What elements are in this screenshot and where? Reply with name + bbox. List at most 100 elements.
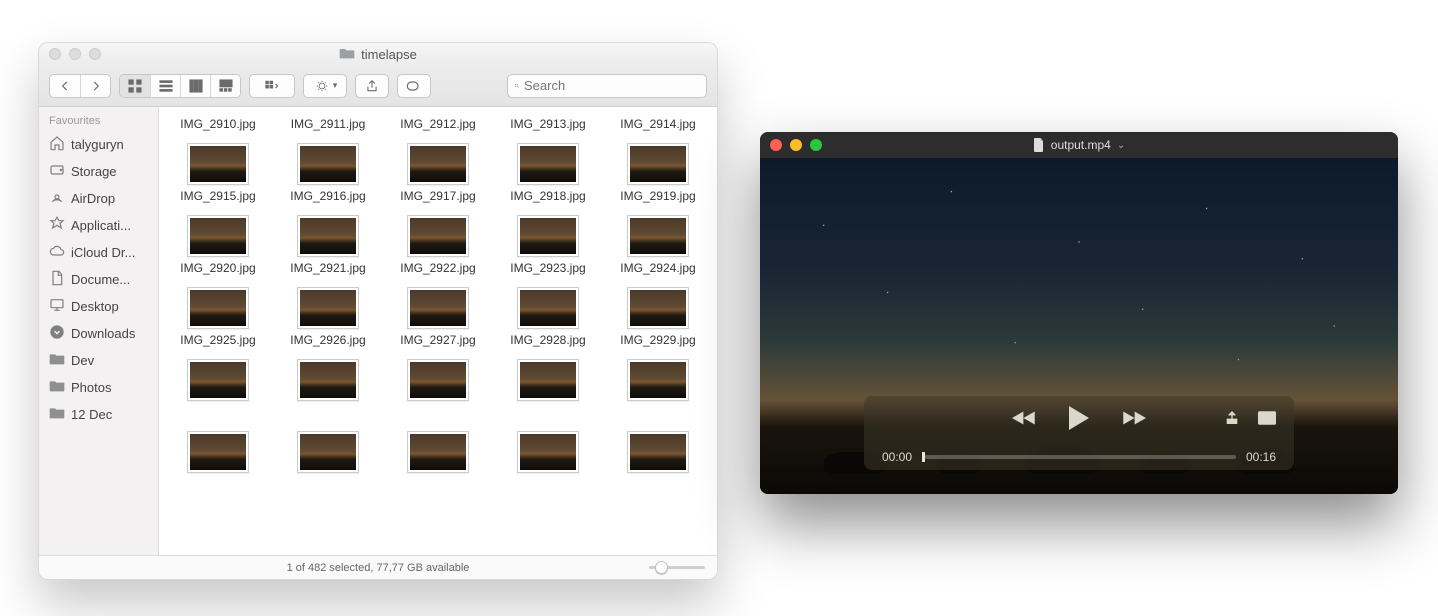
icon-view-button[interactable]	[120, 75, 150, 97]
file-thumbnail[interactable]	[497, 143, 599, 185]
sidebar-item-storage[interactable]: Storage	[39, 158, 158, 185]
file-name: IMG_2928.jpg	[510, 333, 585, 347]
file-label[interactable]: .	[167, 405, 269, 427]
file-thumbnail[interactable]	[607, 143, 709, 185]
arrange-button[interactable]	[250, 75, 294, 97]
sidebar-item-icloud-dr-[interactable]: iCloud Dr...	[39, 239, 158, 266]
sidebar-item-dev[interactable]: Dev	[39, 347, 158, 374]
file-thumbnail[interactable]	[387, 287, 489, 329]
rewind-button[interactable]	[1012, 408, 1038, 428]
sidebar-item-downloads[interactable]: Downloads	[39, 320, 158, 347]
file-label[interactable]: IMG_2917.jpg	[387, 189, 489, 211]
file-label[interactable]: IMG_2929.jpg	[607, 333, 709, 355]
sidebar-item-label: AirDrop	[71, 191, 115, 206]
file-label[interactable]: .	[607, 405, 709, 427]
search-field[interactable]	[507, 74, 707, 98]
close-button[interactable]	[49, 48, 61, 60]
arrange-button-group	[249, 74, 295, 98]
finder-titlebar[interactable]: timelapse	[39, 43, 717, 65]
gallery-view-button[interactable]	[210, 75, 240, 97]
pip-button[interactable]	[1258, 410, 1276, 426]
file-label[interactable]: IMG_2924.jpg	[607, 261, 709, 283]
progress-bar[interactable]	[922, 455, 1236, 459]
file-thumbnail[interactable]	[277, 287, 379, 329]
file-thumbnail[interactable]	[277, 143, 379, 185]
file-thumbnail[interactable]	[497, 431, 599, 473]
file-thumbnail[interactable]	[607, 215, 709, 257]
minimize-button[interactable]	[69, 48, 81, 60]
video-viewport[interactable]: 00:00 00:16	[760, 158, 1398, 494]
file-label[interactable]: IMG_2927.jpg	[387, 333, 489, 355]
file-label[interactable]: IMG_2912.jpg	[387, 117, 489, 139]
file-thumbnail[interactable]	[167, 431, 269, 473]
file-thumbnail[interactable]	[167, 143, 269, 185]
file-thumbnail[interactable]	[497, 287, 599, 329]
video-title[interactable]: output.mp4 ⌄	[1033, 138, 1125, 152]
sidebar-item-12-dec[interactable]: 12 Dec	[39, 401, 158, 428]
search-input[interactable]	[524, 78, 700, 93]
tags-button[interactable]	[397, 74, 431, 98]
sidebar-item-talyguryn[interactable]: talyguryn	[39, 131, 158, 158]
file-label[interactable]: IMG_2911.jpg	[277, 117, 379, 139]
file-thumbnail[interactable]	[387, 359, 489, 401]
file-label[interactable]: IMG_2913.jpg	[497, 117, 599, 139]
file-label[interactable]: .	[387, 405, 489, 427]
file-label[interactable]: IMG_2922.jpg	[387, 261, 489, 283]
file-label[interactable]: IMG_2918.jpg	[497, 189, 599, 211]
back-button[interactable]	[50, 75, 80, 97]
file-thumbnail[interactable]	[607, 359, 709, 401]
column-view-button[interactable]	[180, 75, 210, 97]
image-thumbnail	[407, 359, 469, 401]
file-thumbnail[interactable]	[497, 359, 599, 401]
zoom-button[interactable]	[810, 139, 822, 151]
file-thumbnail[interactable]	[277, 359, 379, 401]
file-label[interactable]: .	[277, 405, 379, 427]
file-thumbnail[interactable]	[167, 215, 269, 257]
file-thumbnail[interactable]	[387, 215, 489, 257]
file-thumbnail[interactable]	[387, 431, 489, 473]
share-button[interactable]	[1224, 410, 1240, 426]
zoom-button[interactable]	[89, 48, 101, 60]
window-controls	[770, 139, 822, 151]
sidebar-item-airdrop[interactable]: AirDrop	[39, 185, 158, 212]
forward-button[interactable]	[80, 75, 110, 97]
file-thumbnail[interactable]	[607, 287, 709, 329]
file-thumbnail[interactable]	[277, 431, 379, 473]
file-thumbnail[interactable]	[277, 215, 379, 257]
zoom-slider[interactable]	[649, 566, 705, 569]
play-button[interactable]	[1066, 404, 1092, 432]
file-label[interactable]: .	[497, 405, 599, 427]
file-label[interactable]: IMG_2921.jpg	[277, 261, 379, 283]
file-thumbnail[interactable]	[167, 287, 269, 329]
quicktime-titlebar[interactable]: output.mp4 ⌄	[760, 132, 1398, 158]
image-thumbnail	[627, 359, 689, 401]
file-label[interactable]: IMG_2926.jpg	[277, 333, 379, 355]
sidebar-item-applicati-[interactable]: Applicati...	[39, 212, 158, 239]
file-label[interactable]: IMG_2928.jpg	[497, 333, 599, 355]
file-label[interactable]: IMG_2925.jpg	[167, 333, 269, 355]
sidebar-item-desktop[interactable]: Desktop	[39, 293, 158, 320]
fast-forward-button[interactable]	[1120, 408, 1146, 428]
share-button[interactable]	[355, 74, 389, 98]
file-label[interactable]: IMG_2919.jpg	[607, 189, 709, 211]
file-thumbnail[interactable]	[497, 215, 599, 257]
sidebar-item-photos[interactable]: Photos	[39, 374, 158, 401]
file-label[interactable]: IMG_2920.jpg	[167, 261, 269, 283]
sidebar-item-docume-[interactable]: Docume...	[39, 266, 158, 293]
file-label[interactable]: IMG_2916.jpg	[277, 189, 379, 211]
file-thumbnail[interactable]	[607, 431, 709, 473]
file-label[interactable]: IMG_2910.jpg	[167, 117, 269, 139]
list-view-button[interactable]	[150, 75, 180, 97]
file-label[interactable]: IMG_2915.jpg	[167, 189, 269, 211]
image-thumbnail	[187, 359, 249, 401]
file-label[interactable]: IMG_2914.jpg	[607, 117, 709, 139]
image-thumbnail	[187, 431, 249, 473]
file-grid-area[interactable]: IMG_2910.jpg IMG_2911.jpg IMG_2912.jpg IMG_…	[159, 107, 717, 555]
action-menu-button[interactable]: ▾	[303, 74, 347, 98]
minimize-button[interactable]	[790, 139, 802, 151]
file-thumbnail[interactable]	[387, 143, 489, 185]
document-icon	[1033, 138, 1045, 152]
file-thumbnail[interactable]	[167, 359, 269, 401]
file-label[interactable]: IMG_2923.jpg	[497, 261, 599, 283]
close-button[interactable]	[770, 139, 782, 151]
